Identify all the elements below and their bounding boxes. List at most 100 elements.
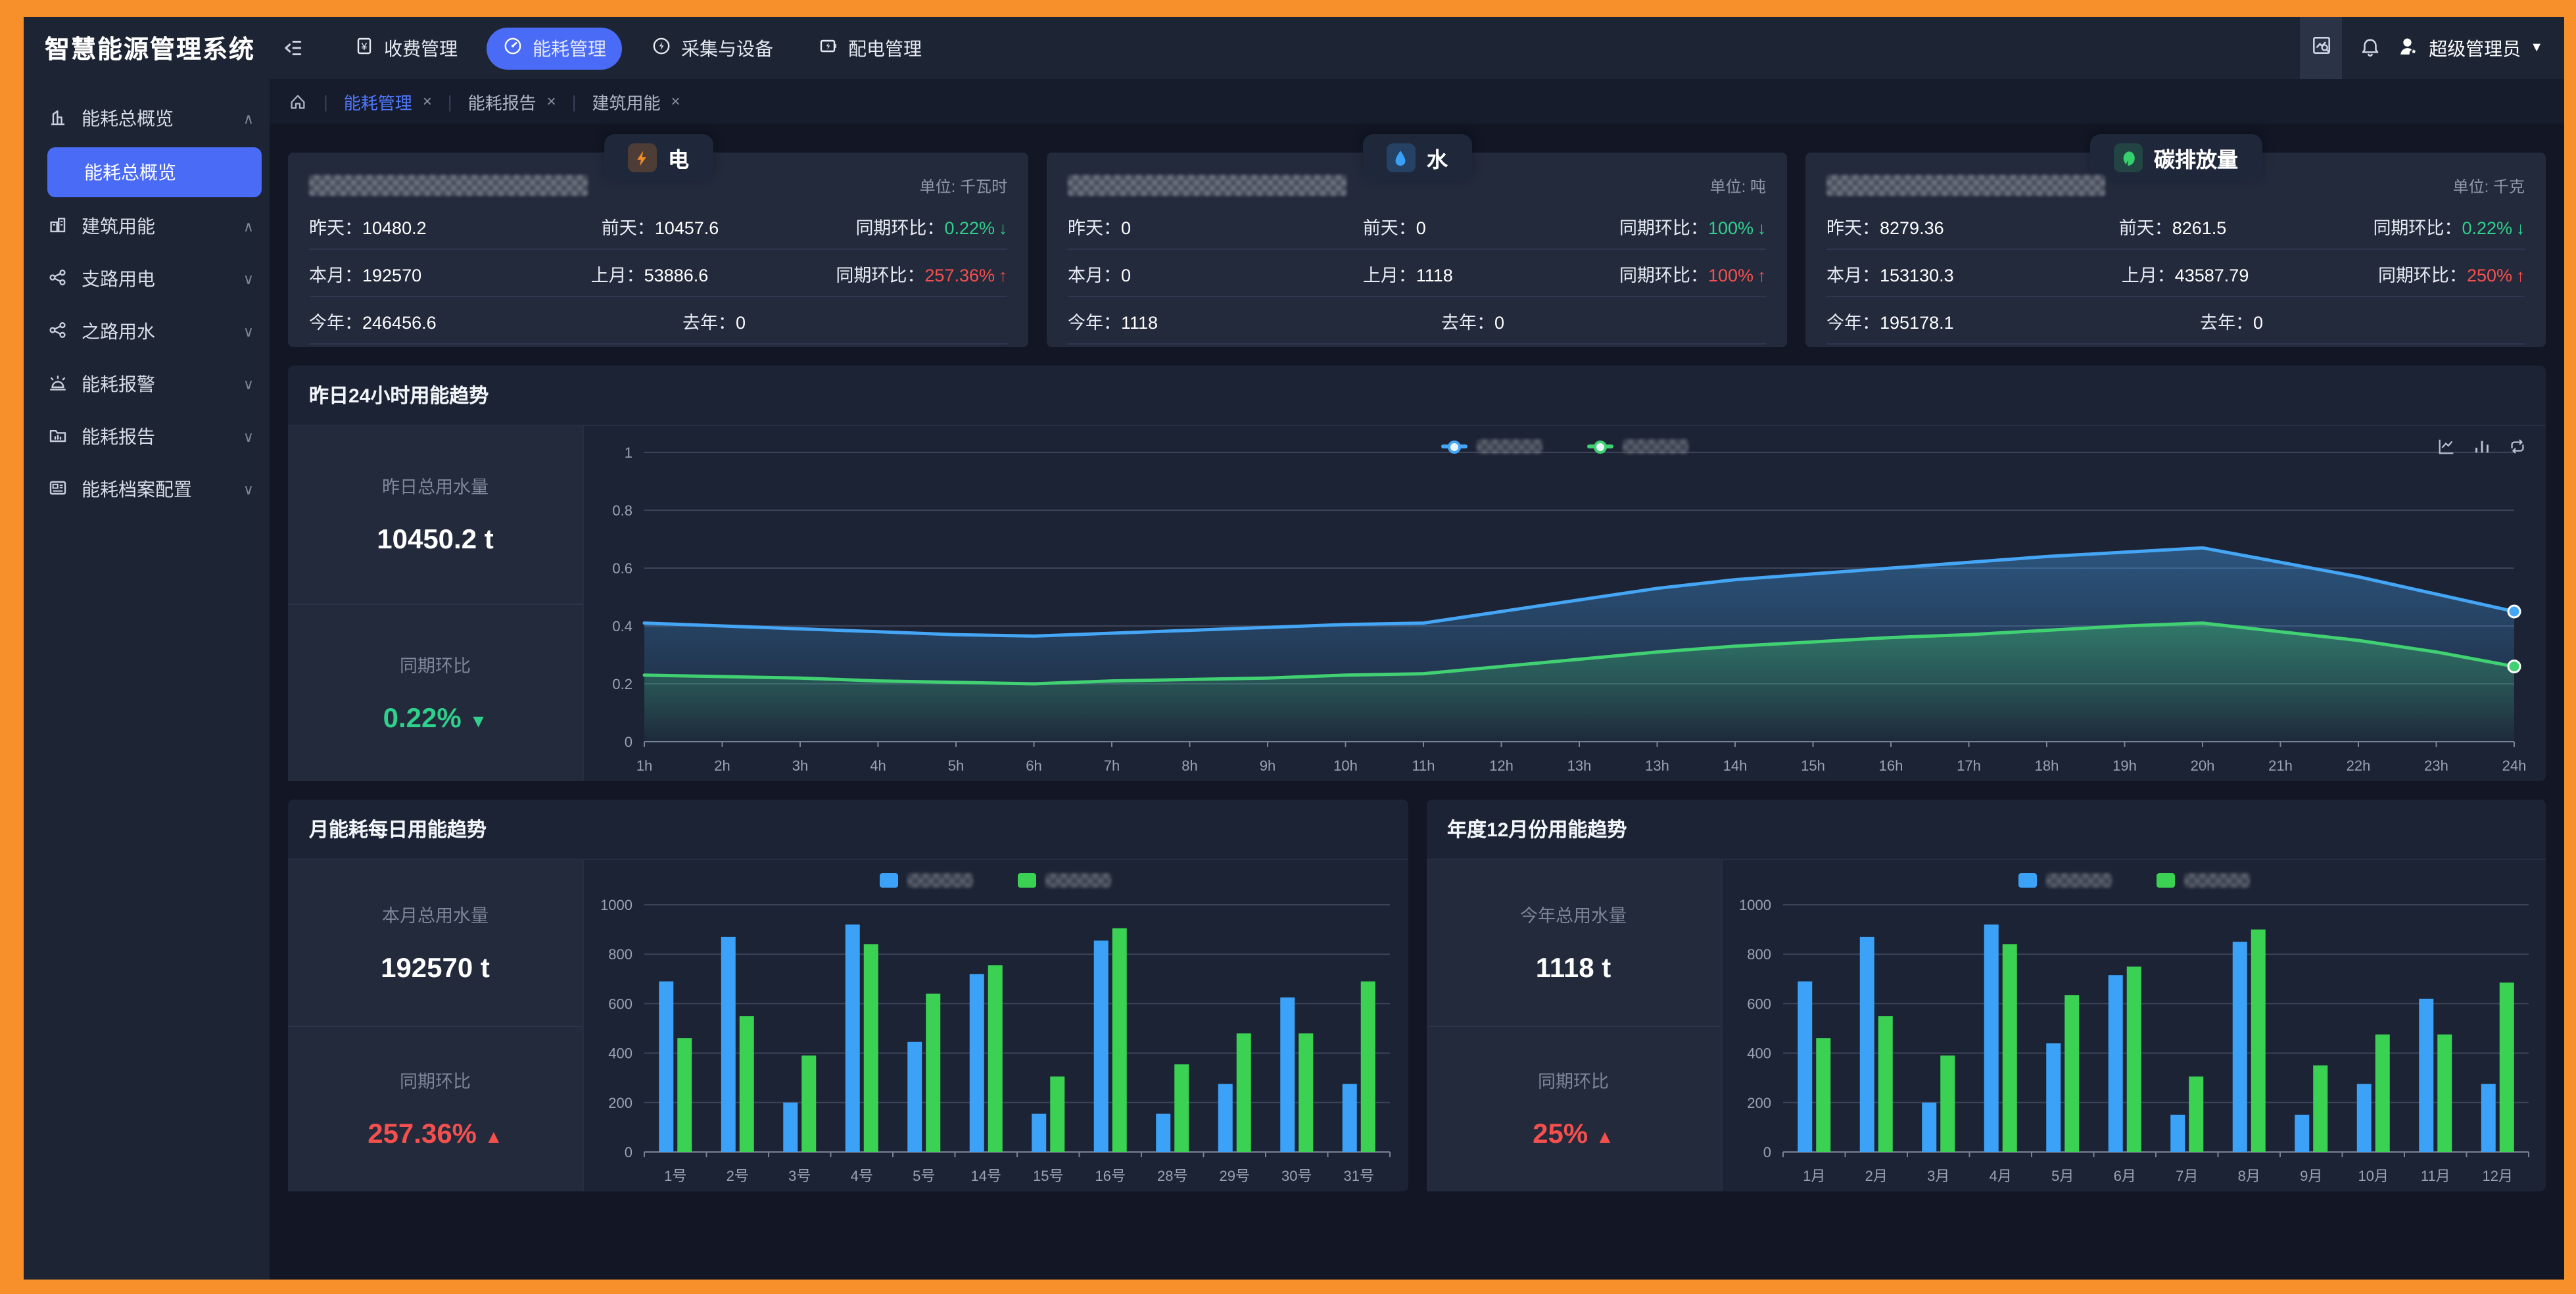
battery-bolt-icon	[818, 36, 839, 60]
trend-arrow: ↓	[1757, 218, 1766, 237]
sidebar-item-branch-electricity[interactable]: 支路用电 ∨	[24, 252, 270, 305]
refresh-icon[interactable]	[2508, 437, 2527, 456]
close-icon[interactable]: ×	[547, 92, 556, 110]
main-area: | 能耗管理 × | 能耗报告 × | 建筑用能 ×	[270, 79, 2564, 1280]
svg-text:3h: 3h	[792, 757, 808, 774]
close-icon[interactable]: ×	[423, 92, 432, 110]
sidebar-item-energy-archive-config[interactable]: 能耗档案配置 ∨	[24, 463, 270, 515]
svg-text:15h: 15h	[1801, 757, 1825, 774]
gauge-icon	[502, 36, 523, 60]
svg-text:7月: 7月	[2175, 1168, 2197, 1184]
menu-item-energy[interactable]: 能耗管理	[487, 27, 622, 69]
building-icon	[47, 214, 68, 239]
receipt-icon: ¥	[354, 36, 375, 60]
svg-text:1号: 1号	[664, 1168, 686, 1184]
menu-item-devices[interactable]: 采集与设备	[635, 27, 789, 69]
sidebar-item-energy-alarm[interactable]: 能耗报警 ∨	[24, 358, 270, 410]
sidebar-item-energy-overview-group[interactable]: 能耗总概览 ∧	[24, 92, 270, 145]
card-title: 年度12月份用能趋势	[1426, 800, 2546, 860]
sidebar-item-energy-overview-active[interactable]: 能耗总概览	[47, 147, 262, 197]
menu-item-power-distribution[interactable]: 配电管理	[802, 27, 938, 69]
line-chart-canvas[interactable]: 00.20.40.60.811h2h3h4h5h6h7h8h9h10h11h12…	[584, 426, 2546, 781]
svg-text:1月: 1月	[1802, 1168, 1825, 1184]
chevron-down-icon: ∨	[243, 375, 254, 393]
svg-text:19h: 19h	[2112, 757, 2137, 774]
sidebar-item-energy-report[interactable]: 能耗报告 ∨	[24, 410, 270, 463]
stat-row: 本月：0 上月：1118 同期环比：100%↑	[1068, 250, 1766, 297]
legend-item[interactable]	[1441, 439, 1542, 454]
close-icon[interactable]: ×	[671, 92, 680, 110]
main-menu: ¥ 收费管理 能耗管理 采集与设备	[338, 27, 938, 69]
card-title: 月能耗每日用能趋势	[288, 800, 1408, 860]
stat-row: 昨天：8279.36 前天：8261.5 同期环比：0.22%↓	[1826, 203, 2525, 250]
legend-item[interactable]	[2157, 873, 2250, 888]
svg-text:0: 0	[625, 1144, 632, 1161]
trend-marker: ▲	[485, 1126, 503, 1147]
legend-item[interactable]	[1018, 873, 1112, 888]
chevron-down-icon: ∨	[243, 481, 254, 498]
stat-row: 昨天：0 前天：0 同期环比：100%↓	[1068, 203, 1766, 250]
line-chart-toggle-icon[interactable]	[2437, 437, 2456, 456]
svg-text:16h: 16h	[1879, 757, 1903, 774]
svg-text:9h: 9h	[1260, 757, 1276, 774]
trend-arrow: ↓	[999, 218, 1007, 237]
menu-fold-icon[interactable]	[281, 37, 304, 59]
svg-text:23h: 23h	[2424, 757, 2448, 774]
chart-legend	[584, 439, 2546, 454]
bar-chart-toggle-icon[interactable]	[2472, 437, 2492, 456]
legend-item[interactable]	[2018, 873, 2112, 888]
legend-item[interactable]	[1587, 439, 1688, 454]
tab-building-energy[interactable]: 建筑用能 ×	[592, 89, 680, 114]
data-screen-button[interactable]	[2300, 17, 2342, 79]
menu-item-billing[interactable]: ¥ 收费管理	[338, 27, 473, 69]
monthly-bar-chart-area: 020040060080010001月2月3月4月5月6月7月8月9月10月11…	[1722, 860, 2546, 1191]
svg-text:6月: 6月	[2113, 1168, 2135, 1184]
legend-item[interactable]	[880, 873, 974, 888]
sidebar-item-building-energy[interactable]: 建筑用能 ∧	[24, 200, 270, 252]
svg-text:12月: 12月	[2482, 1168, 2512, 1184]
app-window: 智慧能源管理系统 ¥ 收费管理 能耗管理	[24, 17, 2564, 1280]
legend-label-redacted	[2184, 873, 2250, 888]
home-icon[interactable]	[288, 91, 308, 111]
svg-text:11h: 11h	[1412, 757, 1435, 774]
svg-text:10h: 10h	[1333, 757, 1358, 774]
svg-text:0.6: 0.6	[612, 560, 632, 577]
alarm-icon	[47, 371, 68, 396]
legend-swatch-blue	[1441, 444, 1467, 448]
chart-search-icon	[2310, 34, 2332, 62]
chevron-up-icon: ∧	[243, 218, 254, 235]
svg-text:13h: 13h	[1567, 757, 1592, 774]
user-menu[interactable]: 超级管理员 ▼	[2397, 35, 2564, 61]
legend-swatch-blue	[880, 873, 899, 888]
card-daily-trend: 月能耗每日用能趋势 本月总用水量 192570 t 同期环比	[288, 800, 1408, 1191]
svg-text:14h: 14h	[1723, 757, 1748, 774]
daily-bar-chart-canvas[interactable]: 020040060080010001号2号3号4号5号14号15号16号28号2…	[584, 860, 1408, 1191]
redacted-project-name	[309, 175, 588, 196]
chevron-up-icon: ∧	[243, 110, 254, 127]
tab-energy-management[interactable]: 能耗管理 ×	[344, 89, 432, 114]
tab-bar: | 能耗管理 × | 能耗报告 × | 建筑用能 ×	[270, 79, 2564, 124]
svg-text:4月: 4月	[1989, 1168, 2011, 1184]
chevron-down-icon: ▼	[2530, 41, 2543, 55]
bolt-circle-icon	[651, 36, 672, 60]
trend-arrow: ↓	[2516, 218, 2525, 237]
svg-text:4号: 4号	[851, 1168, 873, 1184]
notification-bell-icon[interactable]	[2342, 37, 2397, 59]
app-title: 智慧能源管理系统	[45, 30, 255, 66]
navbar-right: 超级管理员 ▼	[2300, 17, 2564, 79]
summary-cell: 今年总用水量 1118 t	[1426, 860, 1721, 1025]
svg-text:0.4: 0.4	[612, 618, 632, 635]
sidebar-item-branch-water[interactable]: 之路用水 ∨	[24, 305, 270, 358]
unit-label: 单位: 千瓦时	[920, 174, 1007, 197]
svg-text:15号: 15号	[1033, 1168, 1063, 1184]
trend-arrow: ↑	[2516, 265, 2525, 285]
bottom-charts-row: 月能耗每日用能趋势 本月总用水量 192570 t 同期环比	[288, 800, 2546, 1191]
monthly-bar-chart-canvas[interactable]: 020040060080010001月2月3月4月5月6月7月8月9月10月11…	[1722, 860, 2546, 1191]
tab-energy-report[interactable]: 能耗报告 ×	[468, 89, 556, 114]
svg-text:24h: 24h	[2502, 757, 2527, 774]
svg-text:1000: 1000	[1738, 897, 1771, 913]
svg-text:400: 400	[1746, 1045, 1771, 1062]
legend-swatch-green	[2157, 873, 2175, 888]
legend-label-redacted	[1046, 873, 1112, 888]
stat-cards-row: 电 单位: 千瓦时 昨天：10480.2 前天：10457.6 同期环比：0.2…	[288, 153, 2546, 347]
